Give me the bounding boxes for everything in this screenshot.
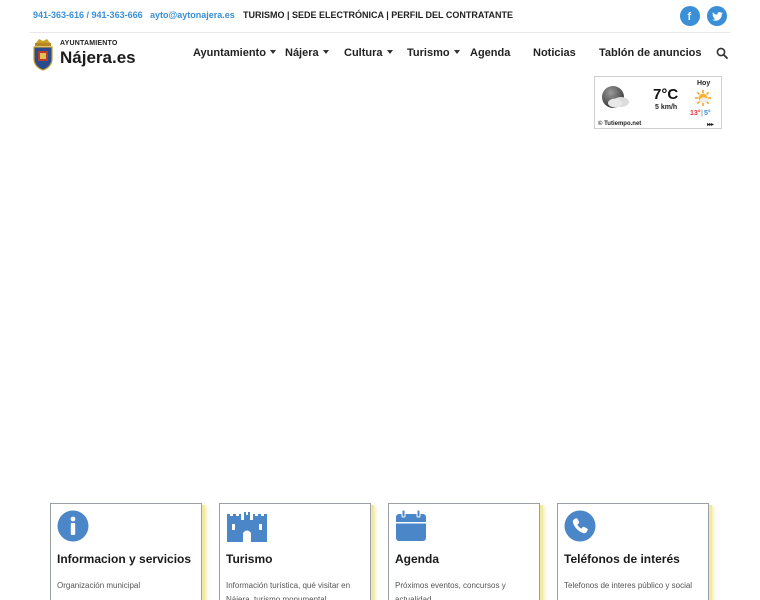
caret-down-icon <box>386 50 393 54</box>
weather-widget[interactable]: 7°C 5 km/h Hoy 13° | 5° © Tutiempo.net ▸… <box>594 76 722 129</box>
card-turismo[interactable]: Turismo Información turística, qué visit… <box>219 503 371 600</box>
caret-down-icon <box>453 50 460 54</box>
logo-title: Nájera.es <box>60 48 136 67</box>
search-icon[interactable] <box>716 47 728 59</box>
castle-icon <box>227 512 267 542</box>
weather-credit[interactable]: © Tutiempo.net <box>598 121 641 127</box>
info-icon <box>57 510 89 542</box>
card-informacion[interactable]: Informacion y servicios Organización mun… <box>50 503 202 600</box>
nav-item-najera[interactable]: Nájera <box>285 47 329 59</box>
card-description: Información turística, qué visitar en Ná… <box>226 581 351 600</box>
weather-min: 5° <box>704 110 711 117</box>
twitter-icon[interactable] <box>707 6 727 26</box>
card-agenda[interactable]: Agenda Próximos eventos, concursos y act… <box>388 503 540 600</box>
phone-numbers-link[interactable]: 941-363-616 / 941-363-666 <box>33 10 143 20</box>
card-description: Organización municipal <box>57 581 141 590</box>
top-links[interactable]: TURISMO | SEDE ELECTRÓNICA | PERFIL DEL … <box>243 10 513 20</box>
site-logo[interactable]: AYUNTAMIENTO Nájera.es <box>32 37 142 71</box>
svg-text:f: f <box>688 11 692 22</box>
weather-day: Hoy <box>697 80 711 87</box>
email-link[interactable]: ayto@aytonajera.es <box>150 10 235 20</box>
nav-item-tablon[interactable]: Tablón de anuncios <box>599 47 701 59</box>
card-title: Turismo <box>226 552 273 566</box>
card-title: Teléfonos de interés <box>564 552 680 566</box>
top-bar: 941-363-616 / 941-363-666 ayto@aytonajer… <box>0 0 760 32</box>
weather-max: 13° <box>690 110 701 117</box>
nav-item-turismo[interactable]: Turismo <box>407 47 460 59</box>
card-description: Telefonos de interes público y social <box>564 581 693 590</box>
card-title: Informacion y servicios <box>57 552 192 566</box>
calendar-icon <box>396 510 426 541</box>
weather-temperature: 7°C <box>653 86 679 103</box>
facebook-icon[interactable]: f <box>680 6 700 26</box>
nav-item-cultura[interactable]: Cultura <box>344 47 393 59</box>
weather-more-arrows[interactable]: ▸▸▸ <box>707 121 714 128</box>
cloudy-icon <box>602 86 629 108</box>
nav-item-noticias[interactable]: Noticias <box>533 47 576 59</box>
caret-down-icon <box>322 50 329 54</box>
weather-wind: 5 km/h <box>655 104 678 111</box>
sun-cloud-icon <box>695 90 711 106</box>
card-telefonos[interactable]: Teléfonos de interés Telefonos de intere… <box>557 503 709 600</box>
card-description: Próximos eventos, concursos y actualidad… <box>395 581 506 600</box>
card-title: Agenda <box>395 552 440 566</box>
weather-separator: | <box>701 110 703 117</box>
nav-item-agenda[interactable]: Agenda <box>470 47 510 59</box>
nav-item-ayuntamiento[interactable]: Ayuntamiento <box>193 47 276 59</box>
coat-of-arms-icon <box>33 39 53 71</box>
phone-icon <box>564 510 596 542</box>
logo-subtitle: AYUNTAMIENTO <box>60 40 118 47</box>
header-divider <box>30 32 730 33</box>
caret-down-icon <box>269 50 276 54</box>
